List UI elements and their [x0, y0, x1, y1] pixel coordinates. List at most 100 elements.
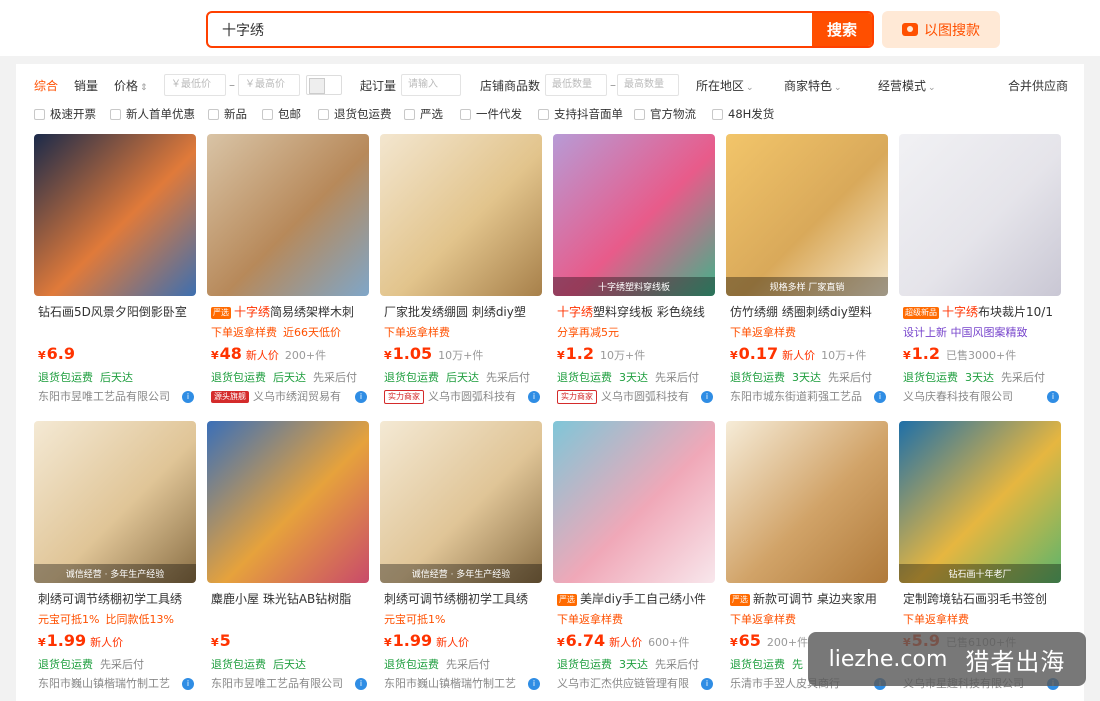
product-title[interactable]: 厂家批发绣绷圆 刺绣diy塑 — [384, 304, 540, 321]
product-card[interactable]: 诚信经营 · 多年生产经验 刺绣可调节绣棚初学工具绣 元宝可抵1% ¥1.99 新人价退… — [380, 421, 542, 691]
shop-row[interactable]: 东阳市巍山镇楷瑞竹制工艺 i — [384, 676, 540, 692]
checkbox-free-shipping[interactable]: 包邮 — [262, 105, 301, 123]
product-card[interactable]: 严选 十字绣简易绣架榉木刺 下单返拿样费 近66天低价 ¥48 新人价 200+件 退货包运费… — [207, 134, 369, 404]
shop-name[interactable]: 义乌市圆弧科技有 — [428, 389, 524, 405]
search-input[interactable] — [208, 13, 814, 46]
product-card[interactable]: 严选 美岸diy手工自己绣小件 下单返拿样费 ¥6.74 新人价 600+件 退货包运费 3天… — [553, 421, 715, 691]
mode-dropdown[interactable]: 经营模式 ⌄ — [878, 74, 936, 98]
shop-row[interactable]: 义乌市汇杰供应链管理有限 i — [557, 676, 713, 692]
shop-name[interactable]: 东阳市城东街道莉强工艺品 — [730, 389, 870, 405]
product-card[interactable]: 厂家批发绣绷圆 刺绣diy塑 下单返拿样费 ¥1.05 10万+件 退货包运费 后天达 先采… — [380, 134, 542, 404]
product-card[interactable]: 规格多样 厂家直销 仿竹绣绷 绣圈刺绣diy塑料 下单返拿样费 ¥0.17 新人价 10万… — [726, 134, 888, 404]
product-image[interactable] — [553, 421, 715, 583]
product-image[interactable] — [726, 421, 888, 583]
checkbox-label: 极速开票 — [50, 107, 96, 121]
shop-row[interactable]: 实力商家 义乌市圆弧科技有 i — [557, 389, 713, 405]
watermark: liezhe.com 猎者出海 — [808, 632, 1086, 686]
shop-min-input[interactable]: 最低数量 — [545, 74, 607, 96]
checkbox-dropship[interactable]: 一件代发 — [460, 105, 522, 123]
image-search-button[interactable]: 以图搜款 — [882, 11, 1000, 48]
shop-name[interactable]: 东阳市巍山镇楷瑞竹制工艺 — [384, 676, 524, 692]
region-dropdown[interactable]: 所在地区 ⌄ — [696, 74, 754, 98]
chat-icon[interactable]: i — [355, 391, 367, 403]
checkbox-box — [318, 108, 329, 120]
product-image[interactable]: 钻石画十年老厂 — [899, 421, 1061, 583]
chat-icon[interactable]: i — [701, 678, 713, 690]
price-min-input[interactable]: ￥最低价 — [164, 74, 226, 96]
product-title[interactable]: 超级新品 十字绣布块裁片10/1 — [903, 304, 1059, 321]
sort-sales[interactable]: 销量 — [74, 74, 98, 98]
moq-input[interactable]: 请输入 — [401, 74, 461, 96]
shop-name[interactable]: 东阳市昱唯工艺品有限公司 — [38, 389, 178, 405]
shop-row[interactable]: 东阳市城东街道莉强工艺品 i — [730, 389, 886, 405]
shop-name[interactable]: 义乌市圆弧科技有 — [601, 389, 697, 405]
product-card[interactable]: 钻石画5D风景夕阳倒影卧室 ¥6.9 退货包运费 后天达 东阳市昱唯工艺品有限公司 i — [34, 134, 196, 404]
product-title[interactable]: 钻石画5D风景夕阳倒影卧室 — [38, 304, 194, 321]
shop-row[interactable]: 东阳市昱唯工艺品有限公司 i — [211, 676, 367, 692]
shop-row[interactable]: 实力商家 义乌市圆弧科技有 i — [384, 389, 540, 405]
price-value: 1.2 — [911, 344, 940, 363]
product-title[interactable]: 刺绣可调节绣棚初学工具绣 — [384, 591, 540, 608]
shop-name[interactable]: 东阳市巍山镇楷瑞竹制工艺 — [38, 676, 178, 692]
chat-icon[interactable]: i — [355, 678, 367, 690]
product-card[interactable]: 诚信经营 · 多年生产经验 刺绣可调节绣棚初学工具绣 元宝可抵1% 比同款低13% ¥1… — [34, 421, 196, 691]
sold-count: 200+件 — [766, 636, 809, 649]
product-title[interactable]: 定制跨境钻石画羽毛书签创 — [903, 591, 1059, 608]
shop-name[interactable]: 义乌市绣润贸易有 — [253, 389, 351, 405]
product-card[interactable]: 麋鹿小屋 珠光钻AB钻树脂 ¥5 退货包运费 后天达 东阳市昱唯工艺品有限公司 i — [207, 421, 369, 691]
shop-row[interactable]: 义乌庆春科技有限公司 i — [903, 389, 1059, 405]
sort-default[interactable]: 综合 — [34, 74, 58, 98]
chat-icon[interactable]: i — [182, 678, 194, 690]
product-title[interactable]: 刺绣可调节绣棚初学工具绣 — [38, 591, 194, 608]
checkbox-48h[interactable]: 48H发货 — [712, 105, 774, 123]
product-image[interactable]: 规格多样 厂家直销 — [726, 134, 888, 296]
price-max-input[interactable]: ￥最高价 — [238, 74, 300, 96]
shop-name[interactable]: 义乌市汇杰供应链管理有限 — [557, 676, 697, 692]
checkbox-fast-invoice[interactable]: 极速开票 — [34, 105, 96, 123]
shop-row[interactable]: 东阳市昱唯工艺品有限公司 i — [38, 389, 194, 405]
chat-icon[interactable]: i — [701, 391, 713, 403]
checkbox-official-logistics[interactable]: 官方物流 — [634, 105, 696, 123]
product-title[interactable]: 严选 十字绣简易绣架榉木刺 — [211, 304, 367, 321]
product-image[interactable]: 十字绣塑料穿线板 — [553, 134, 715, 296]
checkbox-douyin[interactable]: 支持抖音面单 — [538, 105, 623, 123]
product-title[interactable]: 严选 美岸diy手工自己绣小件 — [557, 591, 713, 608]
product-image[interactable] — [34, 134, 196, 296]
chat-icon[interactable]: i — [1047, 391, 1059, 403]
features-dropdown[interactable]: 商家特色 ⌄ — [784, 74, 842, 98]
shop-row[interactable]: 源头旗舰 义乌市绣润贸易有 i — [211, 389, 367, 405]
product-image[interactable] — [380, 134, 542, 296]
chat-icon[interactable]: i — [182, 391, 194, 403]
product-image[interactable] — [899, 134, 1061, 296]
product-image[interactable] — [207, 134, 369, 296]
checkbox-new-product[interactable]: 新品 — [208, 105, 247, 123]
price-row: ¥6.74 新人价 600+件 — [557, 631, 713, 653]
merge-suppliers[interactable]: 合并供应商 — [1008, 74, 1068, 98]
product-title[interactable]: 严选 新款可调节 桌边夹家用 — [730, 591, 886, 608]
product-title[interactable]: 麋鹿小屋 珠光钻AB钻树脂 — [211, 591, 367, 608]
title-tag: 严选 — [557, 594, 577, 606]
product-image[interactable] — [207, 421, 369, 583]
sort-price[interactable]: 价格 ⇕ — [114, 74, 148, 98]
chevron-down-icon: ⌄ — [834, 83, 842, 93]
product-image[interactable]: 诚信经营 · 多年生产经验 — [34, 421, 196, 583]
shop-name[interactable]: 东阳市昱唯工艺品有限公司 — [211, 676, 351, 692]
checkbox-selected[interactable]: 严选 — [404, 105, 443, 123]
shop-row[interactable]: 东阳市巍山镇楷瑞竹制工艺 i — [38, 676, 194, 692]
chat-icon[interactable]: i — [528, 678, 540, 690]
price-confirm-toggle[interactable] — [306, 75, 342, 95]
shop-max-input[interactable]: 最高数量 — [617, 74, 679, 96]
product-image[interactable]: 诚信经营 · 多年生产经验 — [380, 421, 542, 583]
chat-icon[interactable]: i — [874, 391, 886, 403]
product-title[interactable]: 十字绣塑料穿线板 彩色绕线 — [557, 304, 713, 321]
product-card[interactable]: 十字绣塑料穿线板 十字绣塑料穿线板 彩色绕线 分享再减5元 ¥1.2 10万+件 退货包运… — [553, 134, 715, 404]
shop-name[interactable]: 义乌庆春科技有限公司 — [903, 389, 1043, 405]
yen-symbol: ¥ — [730, 636, 738, 649]
product-title[interactable]: 仿竹绣绷 绣圈刺绣diy塑料 — [730, 304, 886, 321]
search-button[interactable]: 搜索 — [812, 13, 872, 46]
chat-icon[interactable]: i — [528, 391, 540, 403]
product-card[interactable]: 超级新品 十字绣布块裁片10/1 设计上新 中国风图案精致 ¥1.2 已售3000+件退… — [899, 134, 1061, 404]
service-pay-later: 先采后付 — [486, 371, 530, 384]
checkbox-newbie-discount[interactable]: 新人首单优惠 — [110, 105, 195, 123]
checkbox-return-shipping[interactable]: 退货包运费 — [318, 105, 392, 123]
